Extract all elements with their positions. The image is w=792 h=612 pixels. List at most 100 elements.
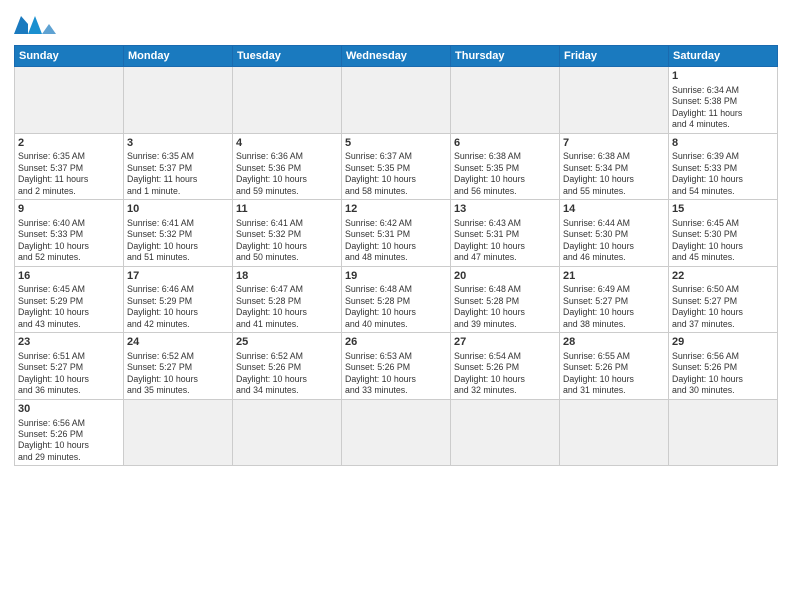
calendar-cell (233, 399, 342, 466)
day-number: 4 (236, 136, 338, 151)
day-info: Sunrise: 6:35 AM Sunset: 5:37 PM Dayligh… (127, 151, 229, 197)
day-number: 13 (454, 202, 556, 217)
calendar-cell (451, 399, 560, 466)
day-number: 7 (563, 136, 665, 151)
day-info: Sunrise: 6:49 AM Sunset: 5:27 PM Dayligh… (563, 284, 665, 330)
day-number: 19 (345, 269, 447, 284)
day-info: Sunrise: 6:42 AM Sunset: 5:31 PM Dayligh… (345, 218, 447, 264)
day-number: 22 (672, 269, 774, 284)
calendar-cell: 3Sunrise: 6:35 AM Sunset: 5:37 PM Daylig… (124, 133, 233, 200)
calendar-week-row: 23Sunrise: 6:51 AM Sunset: 5:27 PM Dayli… (15, 333, 778, 400)
day-number: 1 (672, 69, 774, 84)
day-info: Sunrise: 6:54 AM Sunset: 5:26 PM Dayligh… (454, 351, 556, 397)
calendar-cell: 20Sunrise: 6:48 AM Sunset: 5:28 PM Dayli… (451, 266, 560, 333)
day-number: 26 (345, 335, 447, 350)
calendar-cell: 12Sunrise: 6:42 AM Sunset: 5:31 PM Dayli… (342, 200, 451, 267)
calendar-cell: 8Sunrise: 6:39 AM Sunset: 5:33 PM Daylig… (669, 133, 778, 200)
day-number: 16 (18, 269, 120, 284)
day-number: 24 (127, 335, 229, 350)
calendar-cell (15, 67, 124, 134)
calendar-cell: 2Sunrise: 6:35 AM Sunset: 5:37 PM Daylig… (15, 133, 124, 200)
logo (14, 16, 64, 39)
calendar-cell: 16Sunrise: 6:45 AM Sunset: 5:29 PM Dayli… (15, 266, 124, 333)
day-info: Sunrise: 6:40 AM Sunset: 5:33 PM Dayligh… (18, 218, 120, 264)
weekday-header: Saturday (669, 46, 778, 67)
day-number: 12 (345, 202, 447, 217)
day-info: Sunrise: 6:41 AM Sunset: 5:32 PM Dayligh… (127, 218, 229, 264)
calendar-cell: 13Sunrise: 6:43 AM Sunset: 5:31 PM Dayli… (451, 200, 560, 267)
day-info: Sunrise: 6:35 AM Sunset: 5:37 PM Dayligh… (18, 151, 120, 197)
weekday-header: Tuesday (233, 46, 342, 67)
calendar-cell: 4Sunrise: 6:36 AM Sunset: 5:36 PM Daylig… (233, 133, 342, 200)
calendar-cell: 18Sunrise: 6:47 AM Sunset: 5:28 PM Dayli… (233, 266, 342, 333)
day-info: Sunrise: 6:37 AM Sunset: 5:35 PM Dayligh… (345, 151, 447, 197)
day-number: 28 (563, 335, 665, 350)
day-number: 2 (18, 136, 120, 151)
day-info: Sunrise: 6:47 AM Sunset: 5:28 PM Dayligh… (236, 284, 338, 330)
calendar-cell: 6Sunrise: 6:38 AM Sunset: 5:35 PM Daylig… (451, 133, 560, 200)
calendar-cell (451, 67, 560, 134)
calendar-cell: 15Sunrise: 6:45 AM Sunset: 5:30 PM Dayli… (669, 200, 778, 267)
day-number: 25 (236, 335, 338, 350)
day-info: Sunrise: 6:38 AM Sunset: 5:34 PM Dayligh… (563, 151, 665, 197)
calendar-page: SundayMondayTuesdayWednesdayThursdayFrid… (0, 0, 792, 612)
day-info: Sunrise: 6:52 AM Sunset: 5:26 PM Dayligh… (236, 351, 338, 397)
calendar-week-row: 30Sunrise: 6:56 AM Sunset: 5:26 PM Dayli… (15, 399, 778, 466)
day-number: 29 (672, 335, 774, 350)
calendar-cell (233, 67, 342, 134)
calendar-cell: 28Sunrise: 6:55 AM Sunset: 5:26 PM Dayli… (560, 333, 669, 400)
day-info: Sunrise: 6:45 AM Sunset: 5:30 PM Dayligh… (672, 218, 774, 264)
calendar-week-row: 2Sunrise: 6:35 AM Sunset: 5:37 PM Daylig… (15, 133, 778, 200)
calendar-week-row: 9Sunrise: 6:40 AM Sunset: 5:33 PM Daylig… (15, 200, 778, 267)
day-number: 20 (454, 269, 556, 284)
calendar-cell: 11Sunrise: 6:41 AM Sunset: 5:32 PM Dayli… (233, 200, 342, 267)
day-info: Sunrise: 6:48 AM Sunset: 5:28 PM Dayligh… (345, 284, 447, 330)
calendar-week-row: 16Sunrise: 6:45 AM Sunset: 5:29 PM Dayli… (15, 266, 778, 333)
weekday-header: Sunday (15, 46, 124, 67)
day-info: Sunrise: 6:45 AM Sunset: 5:29 PM Dayligh… (18, 284, 120, 330)
weekday-header: Monday (124, 46, 233, 67)
day-number: 18 (236, 269, 338, 284)
calendar-cell: 23Sunrise: 6:51 AM Sunset: 5:27 PM Dayli… (15, 333, 124, 400)
day-number: 21 (563, 269, 665, 284)
calendar-cell: 30Sunrise: 6:56 AM Sunset: 5:26 PM Dayli… (15, 399, 124, 466)
day-info: Sunrise: 6:34 AM Sunset: 5:38 PM Dayligh… (672, 85, 774, 131)
calendar-cell: 24Sunrise: 6:52 AM Sunset: 5:27 PM Dayli… (124, 333, 233, 400)
calendar-cell: 14Sunrise: 6:44 AM Sunset: 5:30 PM Dayli… (560, 200, 669, 267)
day-info: Sunrise: 6:55 AM Sunset: 5:26 PM Dayligh… (563, 351, 665, 397)
day-info: Sunrise: 6:56 AM Sunset: 5:26 PM Dayligh… (672, 351, 774, 397)
day-info: Sunrise: 6:39 AM Sunset: 5:33 PM Dayligh… (672, 151, 774, 197)
calendar-cell (342, 67, 451, 134)
day-info: Sunrise: 6:41 AM Sunset: 5:32 PM Dayligh… (236, 218, 338, 264)
weekday-header: Thursday (451, 46, 560, 67)
day-info: Sunrise: 6:50 AM Sunset: 5:27 PM Dayligh… (672, 284, 774, 330)
day-number: 11 (236, 202, 338, 217)
calendar-cell: 10Sunrise: 6:41 AM Sunset: 5:32 PM Dayli… (124, 200, 233, 267)
calendar-cell (669, 399, 778, 466)
weekday-header: Friday (560, 46, 669, 67)
calendar-cell: 7Sunrise: 6:38 AM Sunset: 5:34 PM Daylig… (560, 133, 669, 200)
day-number: 23 (18, 335, 120, 350)
calendar-cell: 9Sunrise: 6:40 AM Sunset: 5:33 PM Daylig… (15, 200, 124, 267)
calendar-cell: 17Sunrise: 6:46 AM Sunset: 5:29 PM Dayli… (124, 266, 233, 333)
calendar-cell: 29Sunrise: 6:56 AM Sunset: 5:26 PM Dayli… (669, 333, 778, 400)
calendar-week-row: 1Sunrise: 6:34 AM Sunset: 5:38 PM Daylig… (15, 67, 778, 134)
day-number: 3 (127, 136, 229, 151)
calendar-cell (124, 67, 233, 134)
day-info: Sunrise: 6:53 AM Sunset: 5:26 PM Dayligh… (345, 351, 447, 397)
day-info: Sunrise: 6:52 AM Sunset: 5:27 PM Dayligh… (127, 351, 229, 397)
day-info: Sunrise: 6:56 AM Sunset: 5:26 PM Dayligh… (18, 418, 120, 464)
day-info: Sunrise: 6:44 AM Sunset: 5:30 PM Dayligh… (563, 218, 665, 264)
calendar-cell: 1Sunrise: 6:34 AM Sunset: 5:38 PM Daylig… (669, 67, 778, 134)
calendar-cell: 19Sunrise: 6:48 AM Sunset: 5:28 PM Dayli… (342, 266, 451, 333)
day-info: Sunrise: 6:38 AM Sunset: 5:35 PM Dayligh… (454, 151, 556, 197)
day-number: 17 (127, 269, 229, 284)
day-number: 14 (563, 202, 665, 217)
day-info: Sunrise: 6:48 AM Sunset: 5:28 PM Dayligh… (454, 284, 556, 330)
day-info: Sunrise: 6:36 AM Sunset: 5:36 PM Dayligh… (236, 151, 338, 197)
calendar-cell: 5Sunrise: 6:37 AM Sunset: 5:35 PM Daylig… (342, 133, 451, 200)
calendar-cell (560, 67, 669, 134)
day-info: Sunrise: 6:46 AM Sunset: 5:29 PM Dayligh… (127, 284, 229, 330)
weekday-header-row: SundayMondayTuesdayWednesdayThursdayFrid… (15, 46, 778, 67)
calendar-cell: 26Sunrise: 6:53 AM Sunset: 5:26 PM Dayli… (342, 333, 451, 400)
